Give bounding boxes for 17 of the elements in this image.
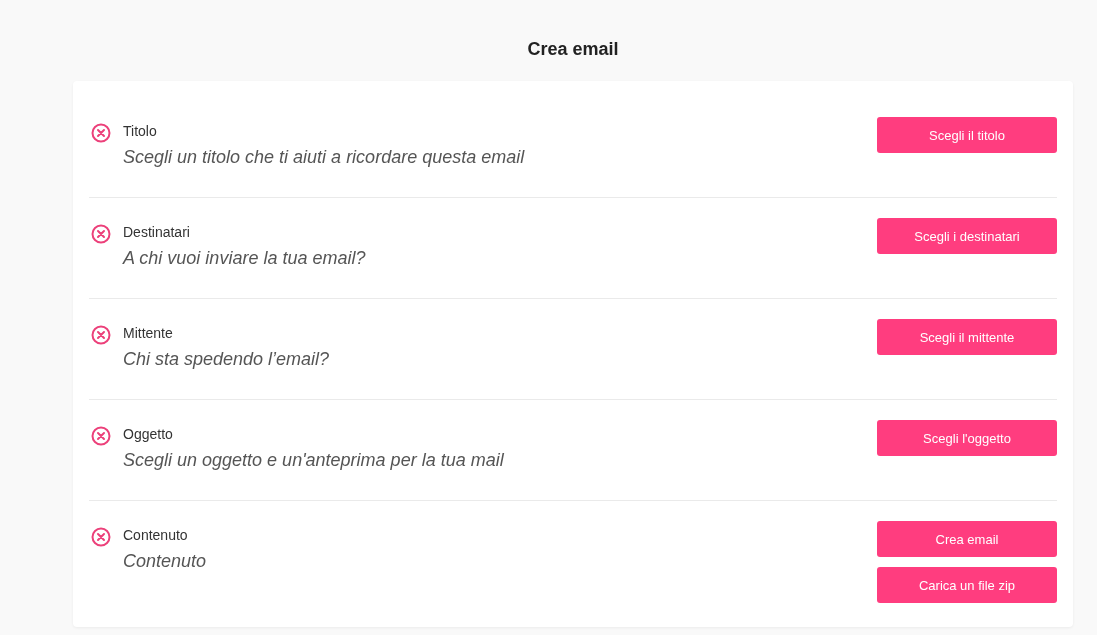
action-button[interactable]: Scegli l'oggetto — [877, 420, 1057, 456]
section-description: Contenuto — [123, 550, 208, 572]
action-button[interactable]: Scegli i destinatari — [877, 218, 1057, 254]
section-description: Scegli un titolo che ti aiuti a ricordare questa email — [123, 146, 526, 168]
section-label: Destinatari — [123, 223, 191, 241]
action-button[interactable]: Carica un file zip — [877, 567, 1057, 603]
action-button[interactable]: Crea email — [877, 521, 1057, 557]
section-label: Contenuto — [123, 526, 189, 544]
section-description: A chi vuoi inviare la tua email? — [123, 247, 367, 269]
action-button[interactable]: Scegli il mittente — [877, 319, 1057, 355]
action-button[interactable]: Scegli il titolo — [877, 117, 1057, 153]
section-description: Chi sta spedendo l’email? — [123, 348, 331, 370]
section-label: Mittente — [123, 324, 174, 342]
section-label: Oggetto — [123, 425, 174, 443]
section-description: Scegli un oggetto e un'anteprima per la tua mail — [123, 449, 505, 471]
section-label: Titolo — [123, 122, 158, 140]
page-title: Crea email — [526, 38, 620, 61]
